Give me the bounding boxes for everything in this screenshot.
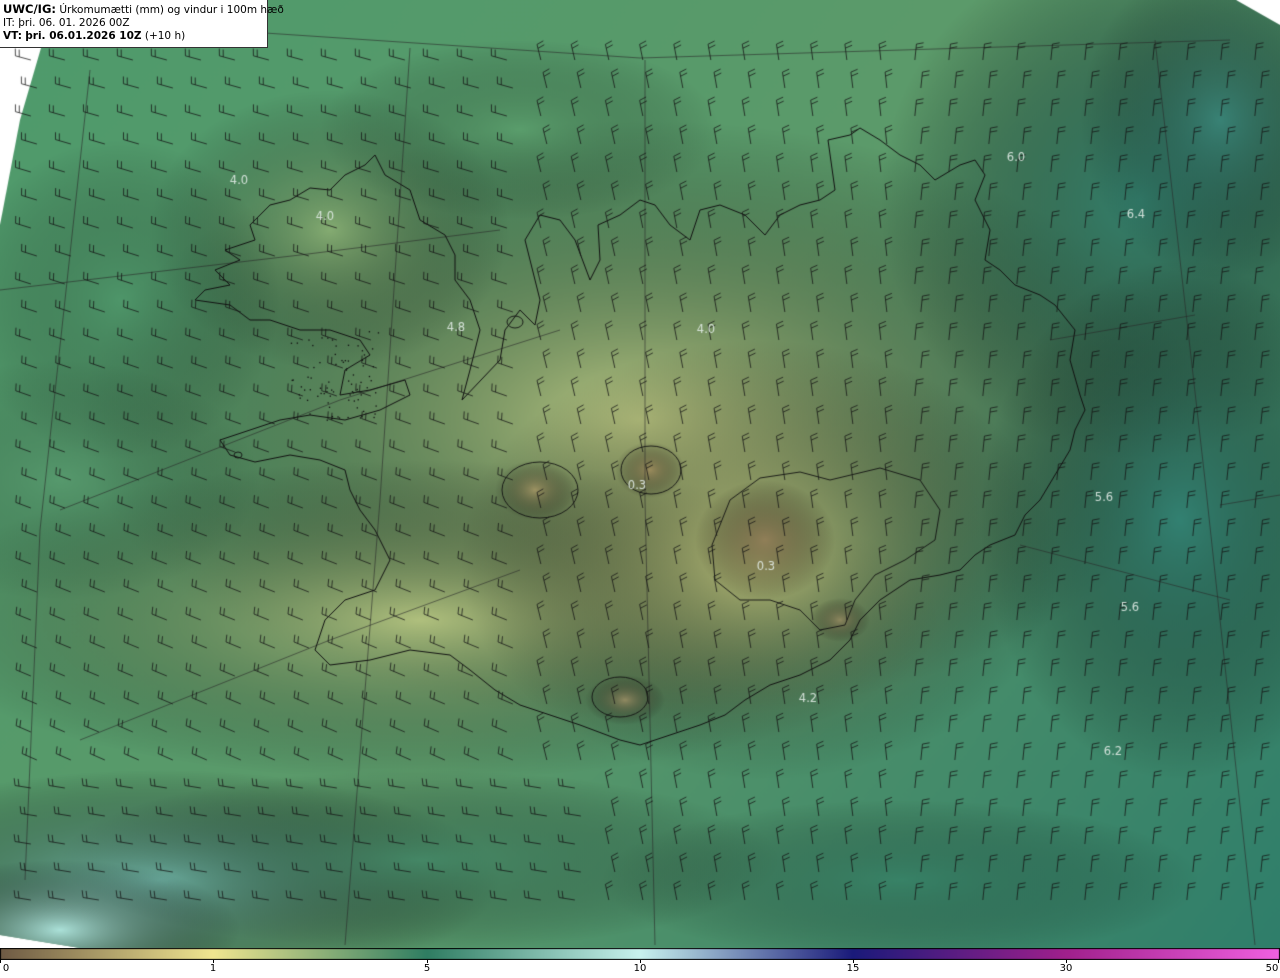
colorbar-labels: 0 1 5 10 15 30 50: [0, 960, 1280, 978]
lead-time: (+10 h): [145, 30, 185, 42]
init-time-label: IT:: [3, 17, 15, 29]
colorbar-tick-label: 15: [847, 963, 860, 974]
colorbar-tick: [0, 960, 1, 963]
map-description: Úrkomumætti (mm) og vindur i 100m hæð: [59, 4, 283, 16]
map-title-box: UWC/IG: Úrkomumætti (mm) og vindur i 100…: [0, 0, 268, 48]
valid-time-label: VT:: [3, 30, 22, 42]
colorbar-tick-label: 0: [3, 963, 9, 974]
colorbar-tick-label: 10: [634, 963, 647, 974]
valid-time-value: þri. 06.01.2026 10Z: [25, 30, 141, 42]
colorbar: [0, 948, 1280, 960]
colorbar-tick-label: 5: [424, 963, 430, 974]
colorbar-tick-label: 50: [1266, 963, 1279, 974]
model-label: UWC/IG:: [3, 2, 56, 16]
precipitation-map: [0, 0, 1280, 948]
init-time-value: þri. 06. 01. 2026 00Z: [18, 17, 129, 29]
colorbar-tick-label: 1: [210, 963, 216, 974]
colorbar-tick-label: 30: [1060, 963, 1073, 974]
